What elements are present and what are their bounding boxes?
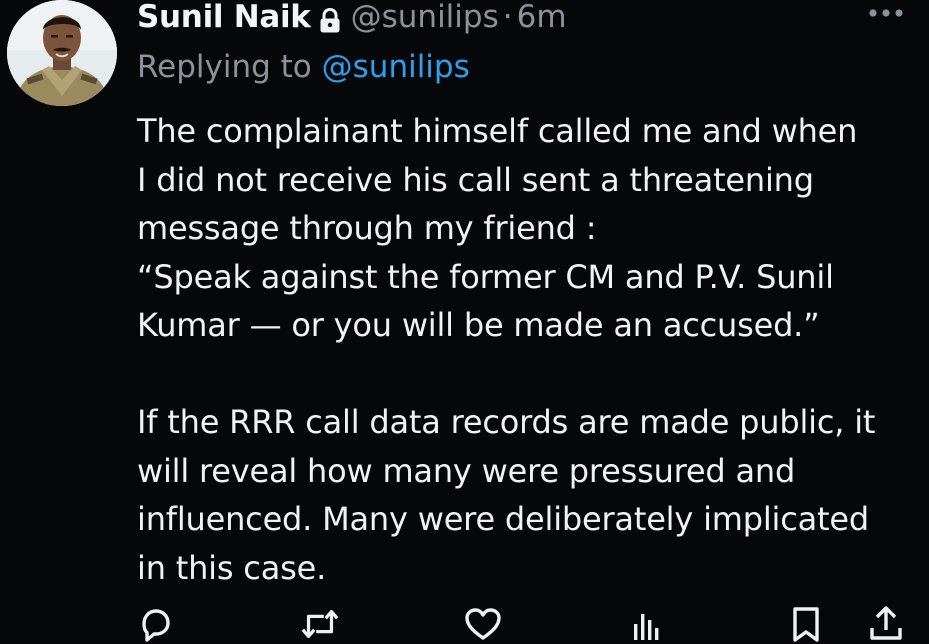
retweet-button[interactable]: [299, 604, 341, 644]
tweet-text: The complainant himself called me and wh…: [137, 112, 876, 587]
more-button[interactable]: [866, 0, 906, 28]
share-button[interactable]: [865, 604, 907, 644]
replying-to: Replying to @sunilips: [137, 47, 470, 87]
timestamp[interactable]: 6m: [517, 0, 567, 37]
views-button[interactable]: [625, 604, 667, 644]
display-name[interactable]: Sunil Naik: [137, 0, 311, 37]
more-icon: [869, 9, 903, 17]
avatar[interactable]: [7, 0, 117, 106]
like-button[interactable]: [462, 604, 504, 644]
avatar-photo: [7, 0, 117, 106]
reply-button[interactable]: [135, 604, 177, 644]
tweet: Sunil Naik @sunilips · 6m Replying to @s…: [0, 0, 929, 644]
lock-icon: [319, 4, 341, 33]
separator-dot: ·: [502, 0, 513, 35]
tweet-header: Sunil Naik @sunilips · 6m: [137, 0, 567, 37]
replying-prefix: Replying to: [137, 49, 312, 85]
reply-mention-link[interactable]: @sunilips: [322, 49, 470, 85]
retweet-icon: [301, 609, 339, 639]
action-bar: [137, 600, 917, 644]
author-handle[interactable]: @sunilips: [351, 0, 499, 37]
bookmark-button[interactable]: [785, 604, 827, 644]
bookmark-icon: [793, 607, 819, 642]
reply-icon: [142, 609, 170, 642]
heart-icon: [465, 608, 501, 640]
share-icon: [870, 606, 902, 640]
views-icon: [634, 614, 659, 640]
